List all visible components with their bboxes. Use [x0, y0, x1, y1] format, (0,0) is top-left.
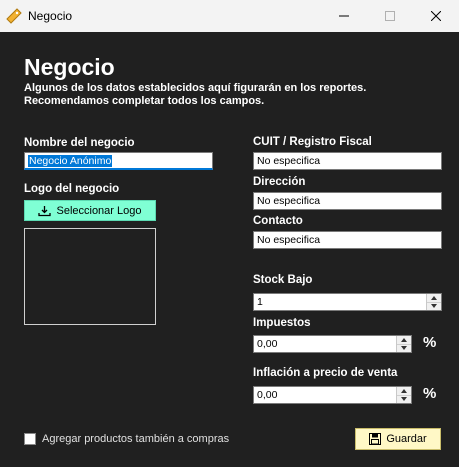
main-content: Negocio Algunos de los datos establecido… — [0, 32, 459, 467]
maximize-button[interactable] — [367, 0, 413, 32]
logo-preview — [24, 228, 156, 325]
logo-label: Logo del negocio — [24, 183, 120, 195]
page-description: Algunos de los datos establecidos aquí f… — [24, 82, 367, 107]
maximize-icon — [385, 11, 395, 21]
app-icon — [6, 8, 22, 24]
arrow-up-icon — [401, 338, 407, 342]
window-title: Negocio — [28, 9, 73, 23]
close-button[interactable] — [413, 0, 459, 32]
arrow-up-icon — [431, 296, 437, 300]
arrow-down-icon — [401, 346, 407, 350]
arrow-down-icon — [431, 304, 437, 308]
business-name-label: Nombre del negocio — [24, 137, 135, 149]
minimize-button[interactable] — [321, 0, 367, 32]
low-stock-label: Stock Bajo — [253, 274, 313, 286]
address-input[interactable]: No especifica — [253, 192, 442, 210]
inflation-label: Inflación a precio de venta — [253, 367, 398, 379]
tax-percent-unit: % — [423, 334, 437, 351]
decrement-button[interactable] — [427, 302, 441, 310]
add-to-purchases-label: Agregar productos también a compras — [42, 433, 230, 445]
contact-input[interactable]: No especifica — [253, 231, 442, 249]
tax-label: Impuestos — [253, 317, 311, 329]
download-icon — [38, 205, 52, 216]
low-stock-stepper[interactable]: 1 — [253, 293, 442, 311]
cuit-label: CUIT / Registro Fiscal — [253, 136, 372, 148]
close-icon — [431, 11, 441, 21]
inflation-stepper[interactable]: 0,00 — [253, 386, 412, 404]
add-to-purchases-checkbox[interactable] — [24, 433, 36, 445]
inflation-percent-unit: % — [423, 385, 437, 402]
cuit-input[interactable]: No especifica — [253, 152, 442, 170]
arrow-down-icon — [401, 397, 407, 401]
address-label: Dirección — [253, 176, 306, 188]
contact-label: Contacto — [253, 215, 303, 227]
save-button[interactable]: Guardar — [355, 428, 441, 450]
decrement-button[interactable] — [397, 395, 411, 403]
title-bar: Negocio — [0, 0, 459, 32]
business-name-input[interactable]: Negocio Anónimo — [24, 152, 213, 170]
floppy-disk-icon — [369, 433, 382, 445]
tax-stepper[interactable]: 0,00 — [253, 335, 412, 353]
minimize-icon — [339, 15, 349, 17]
page-title: Negocio — [24, 54, 115, 80]
select-logo-button[interactable]: Seleccionar Logo — [24, 200, 156, 221]
arrow-up-icon — [401, 389, 407, 393]
window: Negocio Negocio Algunos de los datos est… — [0, 0, 459, 467]
decrement-button[interactable] — [397, 344, 411, 352]
